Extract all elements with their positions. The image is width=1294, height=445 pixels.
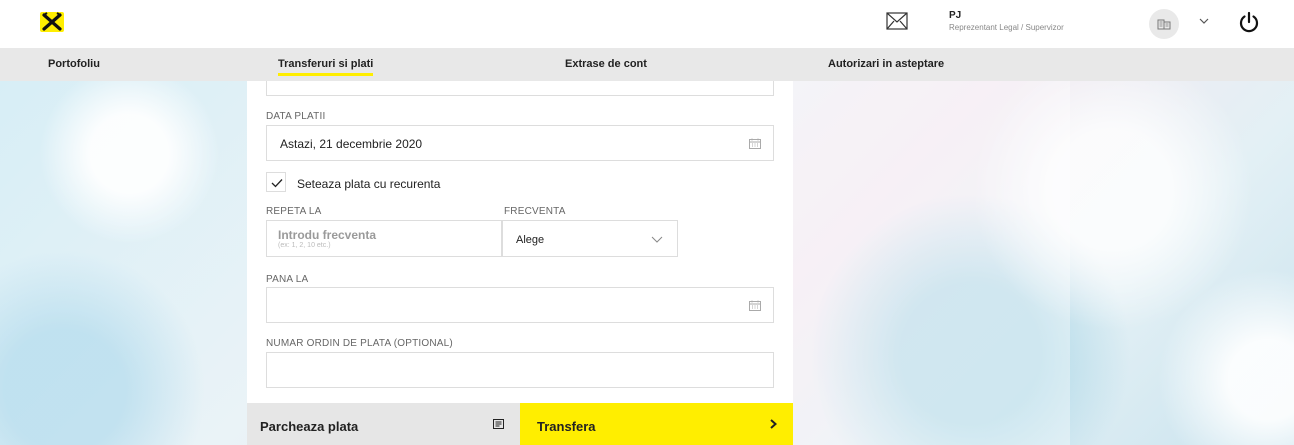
park-icon (493, 419, 504, 429)
recurrence-checkbox[interactable] (266, 172, 286, 192)
user-name: PJ (949, 10, 962, 21)
repeat-hint: (ex: 1, 2, 10 etc.) (278, 242, 331, 249)
repeat-label: REPETA LA (266, 206, 322, 217)
transfer-button[interactable]: Transfera (520, 403, 793, 445)
nav-item-autorizari[interactable]: Autorizari in asteptare (828, 58, 944, 70)
nav-item-extrase[interactable]: Extrase de cont (565, 58, 647, 70)
frequency-select[interactable]: Alege (502, 220, 678, 257)
main-nav: Portofoliu Transferuri si plati Extrase … (0, 48, 1294, 81)
previous-field[interactable] (266, 81, 774, 96)
nav-item-portofoliu[interactable]: Portofoliu (48, 58, 100, 70)
park-payment-button[interactable]: Parcheaza plata (247, 403, 520, 445)
until-field[interactable] (266, 287, 774, 323)
top-header: PJ Reprezentant Legal / Supervizor (0, 0, 1294, 48)
side-panel (793, 81, 1070, 445)
mail-icon[interactable] (886, 12, 908, 32)
user-role: Reprezentant Legal / Supervizor (949, 23, 1064, 32)
frequency-value: Alege (516, 234, 545, 246)
chevron-down-icon (651, 236, 663, 243)
repeat-placeholder: Introdu frecventa (278, 228, 377, 242)
order-number-field[interactable] (266, 352, 774, 388)
chevron-right-icon (770, 419, 777, 429)
repeat-field[interactable]: Introdu frecventa (ex: 1, 2, 10 etc.) (266, 220, 502, 257)
order-number-label: NUMAR ORDIN DE PLATA (OPTIONAL) (266, 338, 453, 349)
power-icon[interactable] (1238, 11, 1260, 33)
date-label: DATA PLATII (266, 111, 326, 122)
calendar-icon[interactable] (749, 138, 761, 149)
chevron-down-icon[interactable] (1199, 18, 1209, 24)
frequency-label: FRECVENTA (504, 206, 566, 217)
date-field[interactable]: Astazi, 21 decembrie 2020 (266, 125, 774, 161)
transfer-label: Transfera (537, 419, 596, 434)
raiffeisen-logo-icon[interactable] (40, 12, 64, 32)
park-payment-label: Parcheaza plata (260, 419, 359, 434)
calendar-icon[interactable] (749, 300, 761, 311)
payment-form: DATA PLATII Astazi, 21 decembrie 2020 Se… (247, 81, 793, 445)
date-value: Astazi, 21 decembrie 2020 (280, 137, 423, 151)
recurrence-label: Seteaza plata cu recurenta (297, 177, 441, 191)
until-label: PANA LA (266, 274, 309, 285)
company-switch-button[interactable] (1149, 9, 1179, 39)
check-icon (271, 179, 283, 188)
user-info[interactable]: PJ Reprezentant Legal / Supervizor (949, 10, 1064, 32)
nav-item-transferuri[interactable]: Transferuri si plati (278, 58, 374, 76)
company-icon (1157, 19, 1171, 30)
